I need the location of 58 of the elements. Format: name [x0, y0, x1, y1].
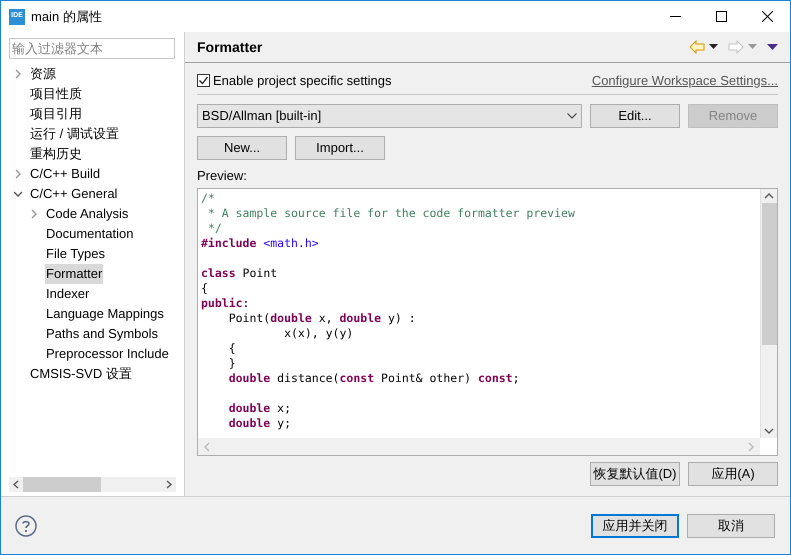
dialog-button[interactable]: Import...: [295, 136, 385, 160]
tree-item[interactable]: Preprocessor Include: [45, 344, 170, 364]
tree-item[interactable]: Language Mappings: [45, 304, 165, 324]
close-icon: [762, 11, 772, 22]
tree-item[interactable]: 资源: [29, 64, 57, 84]
dialog-button[interactable]: 应用并关闭: [591, 514, 679, 538]
dialog-button[interactable]: Edit...: [590, 104, 680, 128]
code-line: #include <math.h>: [201, 236, 319, 250]
code-line: {: [228, 341, 236, 355]
vertical-scrollbar[interactable]: [760, 189, 777, 438]
checkbox-label[interactable]: Enable project specific settings: [213, 70, 392, 90]
help-icon[interactable]: [15, 514, 37, 536]
tree-item[interactable]: Documentation: [45, 224, 134, 244]
chevron-down-icon: [567, 113, 577, 119]
profile-dropdown[interactable]: BSD/Allman [built-in]: [197, 104, 582, 128]
menu-caret-icon[interactable]: [767, 44, 778, 50]
code-line: * A sample source file for the code formatter preview: [206, 206, 575, 220]
tree-item[interactable]: Formatter: [45, 264, 104, 284]
tree-item[interactable]: Code Analysis: [45, 204, 130, 224]
dialog-button[interactable]: 恢复默认值(D): [590, 462, 680, 486]
code-line: /*: [201, 191, 215, 205]
code-line: class Point: [201, 266, 278, 280]
filter-field[interactable]: 输入过滤器文本: [9, 38, 175, 59]
tree-item[interactable]: CMSIS-SVD 设置: [29, 364, 133, 384]
code-line: double x;: [228, 401, 292, 415]
horizontal-scrollbar[interactable]: [9, 477, 176, 492]
code-line: }: [228, 356, 236, 370]
dialog-button[interactable]: New...: [197, 136, 287, 160]
tree-item[interactable]: C/C++ Build: [29, 164, 102, 184]
code-line: public:: [201, 296, 250, 310]
maximize-icon: [716, 11, 726, 22]
code-line: double y;: [228, 416, 292, 430]
checkbox[interactable]: [197, 74, 210, 87]
workspace-settings-link[interactable]: Configure Workspace Settings...: [592, 70, 778, 90]
chevron-right-icon[interactable]: [29, 209, 39, 219]
tree-item[interactable]: 项目性质: [29, 84, 83, 104]
code-line: double distance(const Point& other) const;: [228, 371, 520, 385]
tree-item[interactable]: Paths and Symbols: [45, 324, 160, 344]
preview-label: Preview:: [197, 167, 248, 185]
forward-arrow-icon[interactable]: [728, 40, 744, 54]
tree-item[interactable]: Indexer: [45, 284, 90, 304]
chevron-right-icon[interactable]: [13, 69, 23, 79]
page-title: Formatter: [197, 38, 262, 56]
chevron-down-icon[interactable]: [13, 189, 23, 199]
tree-item[interactable]: C/C++ General: [29, 184, 118, 204]
tree-item[interactable]: 重构历史: [29, 144, 83, 164]
code-line: x(x), y(y): [283, 326, 354, 340]
window-title: main 的属性: [31, 8, 102, 26]
tree-item[interactable]: 项目引用: [29, 104, 83, 124]
dialog-button[interactable]: 取消: [687, 514, 775, 538]
code-line: {: [201, 281, 208, 295]
tree-item[interactable]: File Types: [45, 244, 106, 264]
chevron-right-icon[interactable]: [13, 169, 23, 179]
code-line: */: [206, 221, 222, 235]
code-line: Point(double x, double y) :: [228, 311, 416, 325]
dialog-button[interactable]: 应用(A): [688, 462, 778, 486]
tree-item[interactable]: 运行 / 调试设置: [29, 124, 120, 144]
dropdown-caret-icon[interactable]: [709, 44, 718, 50]
